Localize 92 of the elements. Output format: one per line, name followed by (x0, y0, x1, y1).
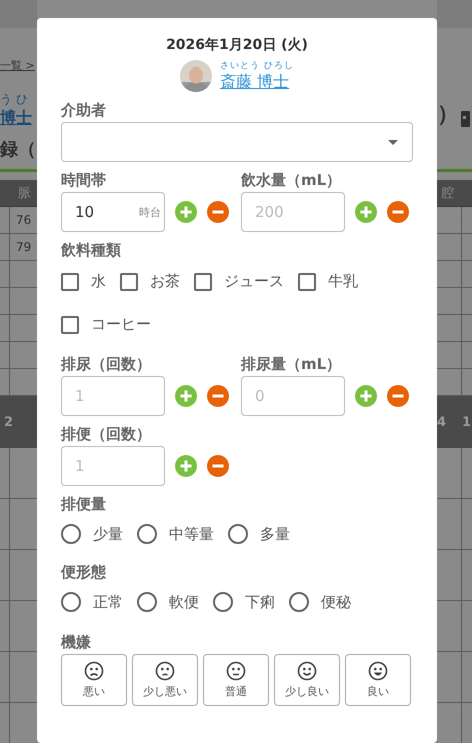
name-reading: さいとう ひろし (220, 61, 294, 72)
smiling-face-icon (297, 661, 317, 681)
table-row (437, 315, 472, 342)
header-bar (0, 0, 37, 28)
table-row (437, 261, 472, 288)
radio-button[interactable] (61, 592, 81, 612)
minus-button[interactable] (207, 201, 229, 223)
radio-button[interactable] (228, 524, 248, 544)
patient-name-link[interactable]: 斎藤 博士 (220, 72, 290, 91)
option-label: 少量 (93, 524, 123, 544)
table-row (437, 550, 472, 601)
option-label: コーヒー (91, 315, 151, 334)
checkbox[interactable] (194, 272, 212, 290)
mood-button[interactable]: 悪い (61, 654, 127, 706)
checkbox[interactable] (61, 316, 79, 334)
radio-button[interactable] (61, 524, 81, 544)
field-label: 排便（回数） (61, 424, 152, 444)
table-row (0, 288, 37, 315)
radio-button[interactable] (137, 592, 157, 612)
option-label: お茶 (150, 272, 180, 291)
checkbox[interactable] (298, 272, 316, 290)
option-label: 便秘 (321, 592, 351, 612)
mood-button[interactable]: 少し良い (274, 654, 340, 706)
number-field[interactable]: 1 (61, 446, 165, 486)
field-label: 排尿（回数） (61, 354, 152, 374)
table-row (0, 499, 37, 550)
minus-button[interactable] (387, 385, 409, 407)
mood-button[interactable]: 普通 (203, 654, 269, 706)
modal-date-title: 2026年1月20日 (火) (165, 36, 309, 54)
table-row (0, 342, 37, 369)
minus-button[interactable] (207, 385, 229, 407)
column-header: 2 (4, 414, 14, 430)
grinning-face-icon (368, 661, 388, 681)
field-label: 時間帯 (61, 170, 107, 190)
minus-button[interactable] (207, 455, 229, 477)
header-bar (437, 0, 472, 28)
neutral-face-icon (226, 661, 246, 681)
checkbox[interactable] (120, 272, 138, 290)
radio-button[interactable] (213, 592, 233, 612)
option-label: 中等量 (169, 524, 214, 544)
table-row (0, 315, 37, 342)
option-label: 下痢 (245, 592, 275, 612)
frown-face-icon (84, 661, 104, 681)
option-label: 多量 (260, 524, 290, 544)
option-label: 軟便 (169, 592, 199, 612)
column-header: 腔 (441, 185, 454, 202)
field-label: 排便量 (61, 494, 107, 514)
field-label: 排尿量（mL） (241, 354, 342, 374)
unit-suffix: 時台 (139, 205, 161, 220)
table-cell: 79 (16, 240, 32, 254)
table-row (0, 369, 37, 396)
table-row (0, 261, 37, 288)
number-field[interactable]: 0 (241, 376, 345, 416)
column-header: 脈 (18, 185, 31, 202)
column-header: 4 (437, 414, 446, 430)
radio-button[interactable] (137, 524, 157, 544)
mood-button[interactable]: 良い (345, 654, 411, 706)
option-label: 牛乳 (328, 272, 358, 291)
breadcrumb-link[interactable]: 一覧 > (0, 58, 35, 73)
table-row (437, 234, 472, 261)
column-header: 1 (462, 414, 472, 430)
table-row (437, 499, 472, 550)
table-row (437, 288, 472, 315)
field-label: 機嫌 (61, 632, 92, 652)
option-label: ジュース (224, 272, 284, 291)
mood-button[interactable]: 少し悪い (132, 654, 198, 706)
table-row (437, 601, 472, 652)
option-label: 水 (91, 272, 106, 291)
table-row (437, 369, 472, 396)
table-row (437, 652, 472, 703)
minus-button[interactable] (387, 201, 409, 223)
table-row (0, 601, 37, 652)
table-row (0, 550, 37, 601)
field-label: 便形態 (61, 562, 107, 582)
table-row (0, 652, 37, 703)
slightly-frowning-face-icon (155, 661, 175, 681)
field-label: 飲料種類 (61, 240, 122, 260)
field-label: 介助者 (61, 100, 107, 120)
table-row (0, 448, 37, 499)
number-field[interactable]: 1 (61, 376, 165, 416)
number-field[interactable]: 200 (241, 192, 345, 232)
table-row (437, 342, 472, 369)
option-label: 正常 (93, 592, 123, 612)
radio-button[interactable] (289, 592, 309, 612)
name-reading: う ひ (0, 91, 28, 108)
dropdown-caret-icon (388, 140, 398, 144)
field-label: 飲水量（mL） (241, 170, 342, 190)
table-cell: 76 (16, 213, 32, 227)
table-row (437, 448, 472, 499)
date-heading: ） (437, 101, 459, 129)
checkbox[interactable] (61, 272, 79, 290)
table-row (437, 207, 472, 234)
